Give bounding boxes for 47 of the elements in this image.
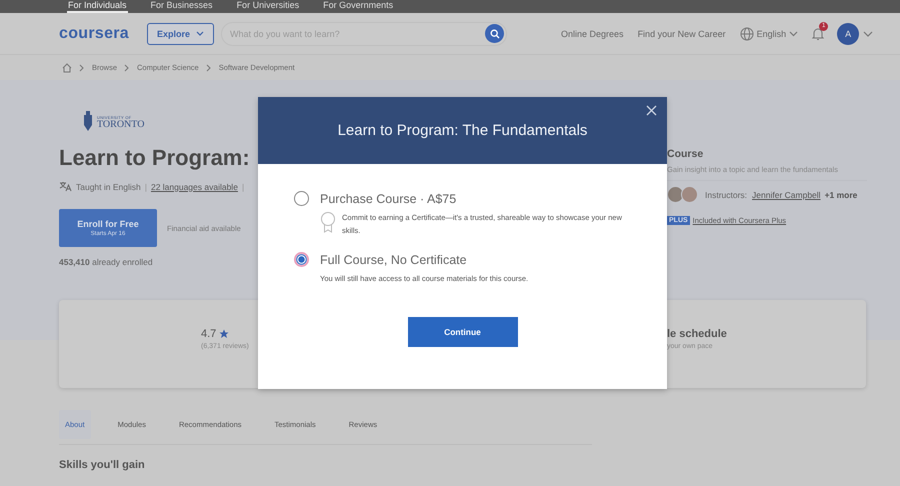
rating-value: 4.7 <box>201 328 216 340</box>
languages-link[interactable]: 22 languages available <box>150 182 238 192</box>
caret-icon <box>789 30 798 36</box>
explore-button[interactable]: Explore <box>147 22 214 44</box>
instructor-link[interactable]: Jennifer Campbell <box>752 190 821 200</box>
header-link[interactable]: Online Degrees <box>561 28 624 38</box>
audience-tab[interactable]: For Governments <box>322 0 394 13</box>
instructor-avatar <box>667 186 684 203</box>
course-type: Course <box>667 148 704 160</box>
option-label[interactable]: Purchase Course · A$75 <box>320 192 456 206</box>
instructors-label: Instructors: <box>705 190 748 200</box>
section-heading: Skills you'll gain <box>59 459 146 471</box>
course-title: Learn to Program: <box>59 145 251 171</box>
instructor-avatar <box>681 186 698 203</box>
translate-icon <box>59 181 72 192</box>
bell-icon <box>812 26 824 40</box>
audience-tab[interactable]: For Universities <box>236 0 300 13</box>
star-icon <box>219 329 230 339</box>
avatar-button[interactable]: A <box>837 22 860 44</box>
chevron-icon <box>206 64 212 72</box>
enrolled-count: 453,410 already enrolled <box>59 257 154 267</box>
separator: | <box>144 182 147 192</box>
certificate-icon <box>320 211 336 233</box>
separator: | <box>242 182 244 192</box>
dialog-title: Learn to Program: The Fundamentals <box>338 122 588 139</box>
chevron-icon <box>79 64 85 72</box>
caret-icon <box>196 31 204 36</box>
search-icon <box>490 28 500 38</box>
chevron-icon <box>124 64 130 72</box>
globe-icon <box>740 26 754 40</box>
language-selector[interactable]: English <box>740 26 798 40</box>
close-icon <box>646 105 657 116</box>
caret-icon <box>863 30 874 36</box>
radio-button[interactable] <box>294 252 309 267</box>
close-button[interactable] <box>646 105 657 116</box>
schedule-title: le schedule <box>667 328 727 340</box>
university-text: TORONTO <box>97 120 144 130</box>
home-icon <box>62 62 72 72</box>
radio-button[interactable] <box>294 191 309 206</box>
language-text: Taught in English <box>76 182 141 192</box>
continue-button[interactable]: Continue <box>408 317 518 347</box>
option-label[interactable]: Full Course, No Certificate <box>320 252 467 266</box>
more-instructors-link[interactable]: +1 more <box>824 190 858 200</box>
header-link[interactable]: Find your New Career <box>638 28 726 38</box>
crest-icon <box>82 111 94 133</box>
audience-tab[interactable]: For Businesses <box>150 0 214 13</box>
logo[interactable]: coursera <box>59 24 129 42</box>
